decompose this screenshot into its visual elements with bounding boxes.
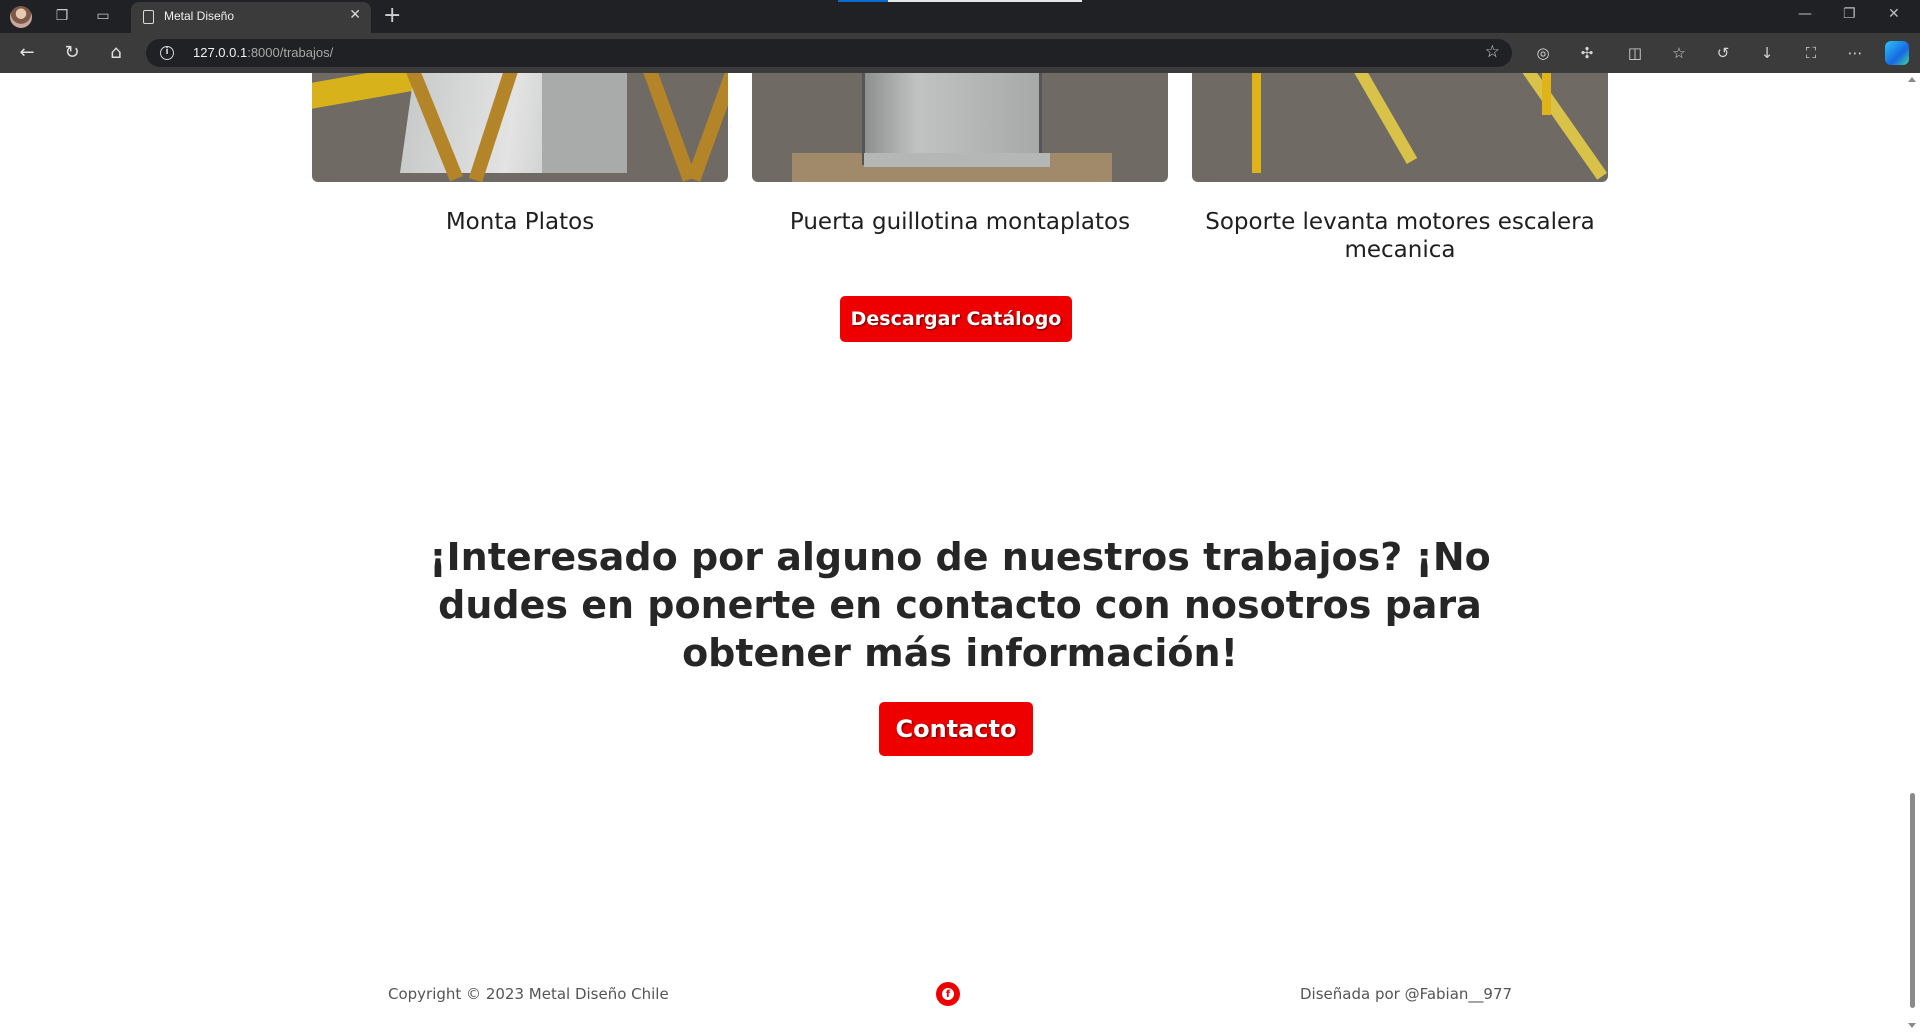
image-detail [312,73,422,109]
refresh-icon[interactable]: ↻ [61,42,83,64]
restore-icon[interactable]: ❐ [1843,6,1856,22]
url-text[interactable]: 127.0.0.1:8000/trabajos/ [193,45,333,60]
history-icon[interactable]: ↺ [1713,43,1733,63]
image-detail [862,73,1042,165]
work-caption: Puerta guillotina montaplatos [789,209,1131,235]
scroll-up-icon[interactable] [1908,77,1916,82]
site-info-icon[interactable]: i [160,46,174,60]
image-detail [1542,73,1551,115]
home-icon[interactable]: ⌂ [105,42,127,64]
address-bar[interactable]: i 127.0.0.1:8000/trabajos/ ☆ [146,39,1512,67]
tab-metal-diseno[interactable]: Metal Diseño ✕ [131,2,371,33]
minimize-icon[interactable]: — [1798,6,1812,22]
work-caption: Monta Platos [445,209,595,235]
contact-heading: ¡Interesado por alguno de nuestros traba… [429,535,1491,675]
designer-credit: Diseñada por @Fabian__977 [1300,985,1513,1003]
extensions-icon[interactable]: ✣ [1577,43,1597,63]
url-host: 127.0.0.1 [193,45,248,60]
copyright-text: Copyright © 2023 Metal Diseño Chile [388,985,669,1003]
work-image[interactable] [1192,73,1608,182]
page-scrollbar[interactable] [1905,73,1920,1034]
downloads-icon[interactable]: ↓ [1757,43,1777,63]
tracking-prevention-icon[interactable]: ◎ [1533,43,1553,63]
close-window-icon[interactable]: ✕ [1888,6,1900,22]
back-icon[interactable]: ← [16,42,38,64]
work-image[interactable] [752,73,1168,182]
image-detail [542,73,627,173]
work-card[interactable]: Puerta guillotina montaplatos [752,73,1168,236]
profile-avatar[interactable] [10,6,32,28]
favorite-star-icon[interactable]: ☆ [1485,42,1500,62]
more-menu-icon[interactable]: ⋯ [1845,43,1865,63]
work-card[interactable]: Monta Platos [312,73,728,236]
tab-title: Metal Diseño [164,9,235,23]
loading-indicator-track [888,0,1082,2]
favorites-icon[interactable]: ☆ [1669,43,1689,63]
new-tab-button[interactable]: + [383,3,401,28]
split-screen-icon[interactable]: ◫ [1625,43,1645,63]
close-tab-icon[interactable]: ✕ [349,7,361,23]
loading-indicator [838,0,888,2]
scroll-down-icon[interactable] [1908,1023,1916,1028]
page-viewport: Monta Platos Puerta guillotina montaplat… [0,73,1905,1034]
work-image[interactable] [312,73,728,182]
image-detail [864,153,1050,167]
image-detail [1346,73,1418,164]
browser-toolbar: ← ↻ ⌂ i 127.0.0.1:8000/trabajos/ ☆ ◎ ✣ ◫… [0,33,1920,73]
page-icon [143,10,154,24]
image-detail [1516,73,1608,180]
facebook-icon[interactable]: f [936,982,960,1006]
copilot-icon[interactable] [1885,41,1909,65]
tab-actions-icon[interactable]: ▭ [93,6,113,26]
image-detail [1252,73,1261,173]
image-detail [686,73,728,182]
browser-tab-bar: ❒ ▭ Metal Diseño ✕ + — ❐ ✕ [0,0,1920,33]
download-catalog-button[interactable]: Descargar Catálogo [840,296,1072,342]
workspaces-icon[interactable]: ❒ [52,6,72,26]
scrollbar-thumb[interactable] [1910,793,1915,1008]
work-card[interactable]: Soporte levanta motores escalera mecanic… [1192,73,1608,264]
url-path: :8000/trabajos/ [247,45,334,60]
work-caption: Soporte levanta motores escalera mecanic… [1205,209,1595,263]
contact-button[interactable]: Contacto [879,702,1033,756]
screenshot-icon[interactable]: ⛶ [1801,43,1821,63]
image-detail [641,73,697,182]
